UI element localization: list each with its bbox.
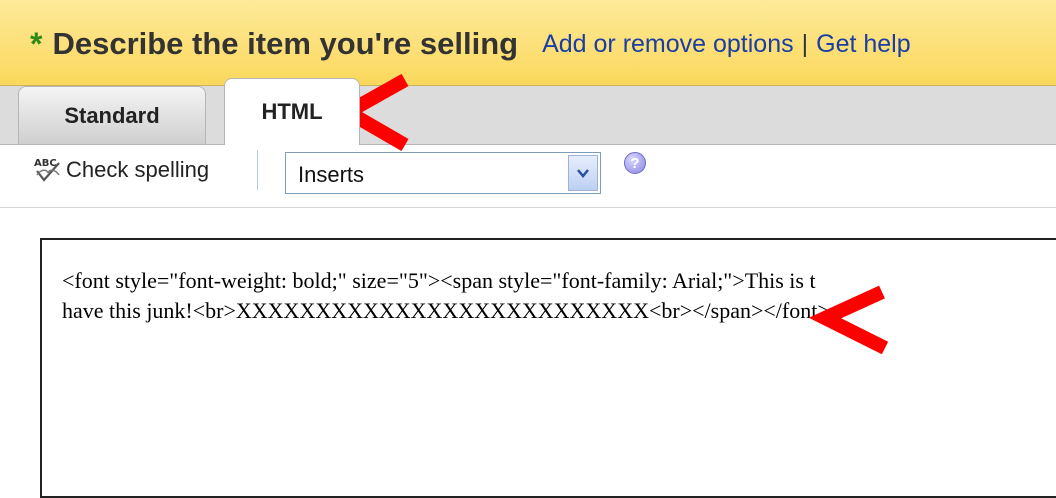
get-help-link[interactable]: Get help (816, 30, 911, 59)
question-icon-glyph: ? (630, 154, 640, 172)
tab-standard-label: Standard (64, 102, 160, 128)
check-spelling-button[interactable]: ABC Check spelling (32, 154, 209, 186)
section-header: * Describe the item you're selling Add o… (0, 0, 1056, 86)
editor-line-2: have this junk!<br>XXXXXXXXXXXXXXXXXXXXX… (62, 298, 830, 323)
html-editor-textarea[interactable]: <font style="font-weight: bold;" size="5… (40, 238, 1056, 498)
tab-html-label: HTML (261, 99, 323, 124)
editor-line-1: <font style="font-weight: bold;" size="5… (62, 268, 816, 293)
abc-spellcheck-icon: ABC (32, 155, 64, 185)
chevron-down-icon[interactable] (568, 155, 598, 191)
toolbar-divider (257, 150, 258, 190)
question-icon[interactable]: ? (624, 152, 646, 174)
inserts-select[interactable]: Inserts (285, 152, 601, 194)
check-spelling-label: Check spelling (66, 157, 210, 182)
section-title: Describe the item you're selling (52, 26, 519, 61)
link-separator: | (801, 29, 809, 58)
add-remove-options-link[interactable]: Add or remove options (542, 30, 794, 59)
tab-html[interactable]: HTML (224, 78, 360, 145)
required-marker: * (30, 26, 43, 62)
tab-standard[interactable]: Standard (18, 86, 206, 144)
inserts-select-value: Inserts (298, 162, 365, 187)
svg-text:ABC: ABC (34, 158, 57, 169)
header-title-row: * Describe the item you're selling Add o… (30, 24, 911, 64)
